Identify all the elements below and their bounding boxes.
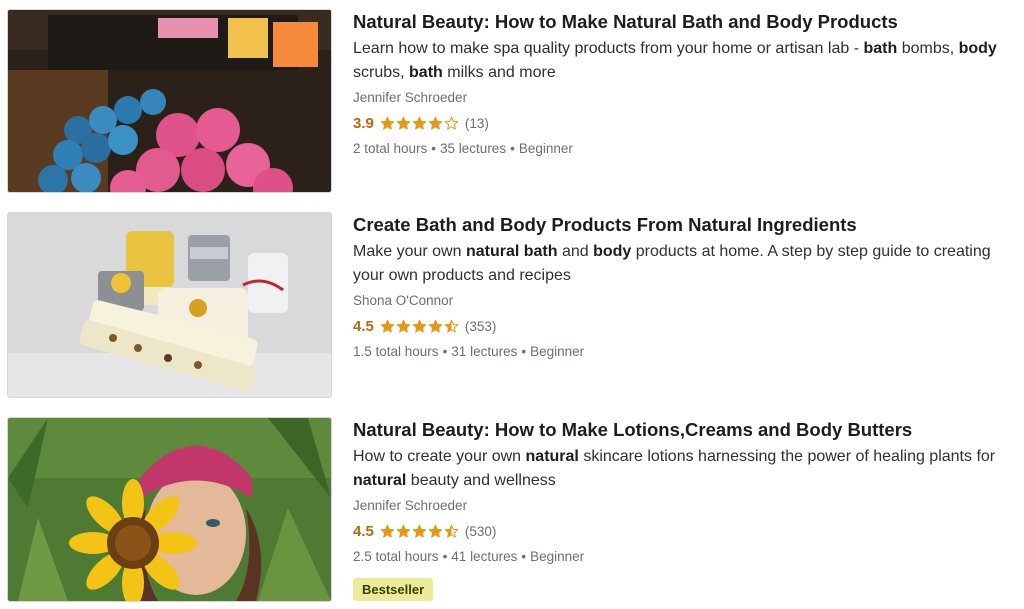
course-instructor: Jennifer Schroeder	[353, 90, 468, 105]
course-list: Natural Beauty: How to Make Natural Bath…	[0, 0, 1024, 609]
star-empty-icon	[444, 116, 459, 130]
course-meta: 2.5 total hours • 41 lectures • Beginner	[353, 549, 585, 564]
bath-products-jars-image	[8, 213, 331, 397]
rating-value: 4.5	[353, 522, 374, 540]
review-count: (13)	[464, 115, 489, 131]
bestseller-badge: Bestseller	[353, 578, 434, 601]
star-full-icon	[396, 319, 411, 333]
rating-row: 3.9 (13)	[353, 113, 1018, 133]
total-hours: 1.5 total hours	[353, 344, 439, 359]
star-half-icon	[444, 524, 459, 538]
total-hours: 2.5 total hours	[353, 549, 439, 564]
course-title[interactable]: Create Bath and Body Products From Natur…	[353, 213, 1018, 237]
rating-stars	[380, 524, 459, 539]
course-level: Beginner	[530, 344, 585, 359]
lecture-count: 41 lectures	[451, 549, 518, 564]
course-thumbnail[interactable]	[8, 213, 331, 397]
course-description: Make your own natural bath and body prod…	[353, 243, 991, 284]
course-level: Beginner	[530, 549, 585, 564]
course-meta: 2 total hours • 35 lectures • Beginner	[353, 141, 573, 156]
course-title[interactable]: Natural Beauty: How to Make Natural Bath…	[353, 10, 1018, 34]
review-count: (353)	[464, 318, 497, 334]
course-instructor: Jennifer Schroeder	[353, 498, 468, 513]
course-instructor: Shona O'Connor	[353, 293, 454, 308]
rating-stars	[380, 116, 459, 131]
rating-stars	[380, 319, 459, 334]
course-title[interactable]: Natural Beauty: How to Make Lotions,Crea…	[353, 418, 1018, 442]
course-level: Beginner	[518, 141, 573, 156]
star-full-icon	[412, 116, 427, 130]
total-hours: 2 total hours	[353, 141, 428, 156]
star-full-icon	[380, 116, 395, 130]
course-thumbnail[interactable]	[8, 418, 331, 601]
rating-row: 4.5 (530)	[353, 521, 1018, 541]
lecture-count: 31 lectures	[451, 344, 518, 359]
review-count: (530)	[464, 523, 497, 539]
star-full-icon	[412, 319, 427, 333]
star-full-icon	[380, 524, 395, 538]
bath-bombs-image	[8, 10, 331, 192]
star-full-icon	[396, 524, 411, 538]
rating-row: 4.5 (353)	[353, 316, 1018, 336]
rating-value: 4.5	[353, 317, 374, 335]
course-thumbnail[interactable]	[8, 10, 331, 192]
star-full-icon	[428, 319, 443, 333]
star-full-icon	[428, 116, 443, 130]
course-meta: 1.5 total hours • 31 lectures • Beginner	[353, 344, 585, 359]
course-description: How to create your own natural skincare …	[353, 448, 996, 489]
star-full-icon	[396, 116, 411, 130]
star-full-icon	[428, 524, 443, 538]
lecture-count: 35 lectures	[440, 141, 507, 156]
sunflower-woman-image	[8, 418, 331, 601]
course-description: Learn how to make spa quality products f…	[353, 40, 997, 81]
rating-value: 3.9	[353, 114, 374, 132]
star-half-icon	[444, 319, 459, 333]
star-full-icon	[380, 319, 395, 333]
star-full-icon	[412, 524, 427, 538]
